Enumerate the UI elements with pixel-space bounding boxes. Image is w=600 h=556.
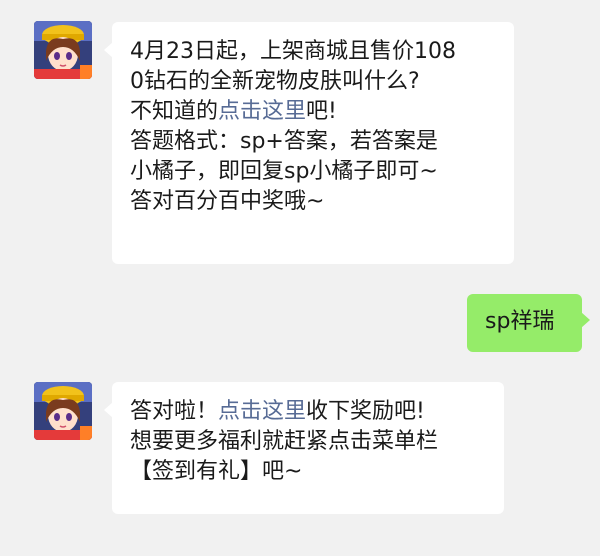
- bubble-line: 答对百分百中奖哦~: [130, 187, 496, 217]
- bubble-line: 答题格式：sp+答案，若答案是: [130, 127, 496, 157]
- bubble-line: 【签到有礼】吧~: [130, 457, 486, 487]
- avatar[interactable]: [34, 21, 92, 79]
- message-text: 4月23日起，上架商城且售价108: [130, 39, 456, 64]
- message-text: 想要更多福利就赶紧点击菜单栏: [130, 429, 439, 454]
- message-text: 答题格式：sp+答案，若答案是: [130, 129, 438, 154]
- bubble-line: 小橘子，即回复sp小橘子即可~: [130, 157, 496, 187]
- message-text: 吧!: [306, 99, 337, 124]
- message-text: 不知道的: [130, 99, 219, 124]
- message-text: sp祥瑞: [485, 309, 555, 334]
- game-character-avatar-icon: [34, 21, 92, 79]
- message-text: 答对啦！: [130, 399, 219, 424]
- chat-bubble: 4月23日起，上架商城且售价108 0钻石的全新宠物皮肤叫什么? 不知道的点击这…: [104, 22, 514, 264]
- bubble-line: 0钻石的全新宠物皮肤叫什么?: [130, 67, 496, 97]
- click-here-link[interactable]: 点击这里: [218, 99, 306, 124]
- chat-bubble: 答对啦！点击这里收下奖励吧! 想要更多福利就赶紧点击菜单栏 【签到有礼】吧~: [104, 382, 504, 514]
- bubble-line: 4月23日起，上架商城且售价108: [130, 37, 496, 67]
- bubble-line: 不知道的点击这里吧!: [130, 97, 496, 127]
- chat-bubble-self: sp祥瑞: [467, 294, 590, 352]
- message-text: 【签到有礼】吧~: [130, 459, 303, 484]
- click-here-link[interactable]: 点击这里: [218, 399, 306, 424]
- message-text: 收下奖励吧!: [306, 399, 425, 424]
- avatar[interactable]: [34, 382, 92, 440]
- message-text: 0钻石的全新宠物皮肤叫什么?: [130, 69, 420, 94]
- message-text: 答对百分百中奖哦~: [130, 189, 325, 214]
- bubble-line: 答对啦！点击这里收下奖励吧!: [130, 397, 486, 427]
- message-text: 小橘子，即回复sp小橘子即可~: [130, 159, 438, 184]
- game-character-avatar-icon: [34, 382, 92, 440]
- bubble-line: 想要更多福利就赶紧点击菜单栏: [130, 427, 486, 457]
